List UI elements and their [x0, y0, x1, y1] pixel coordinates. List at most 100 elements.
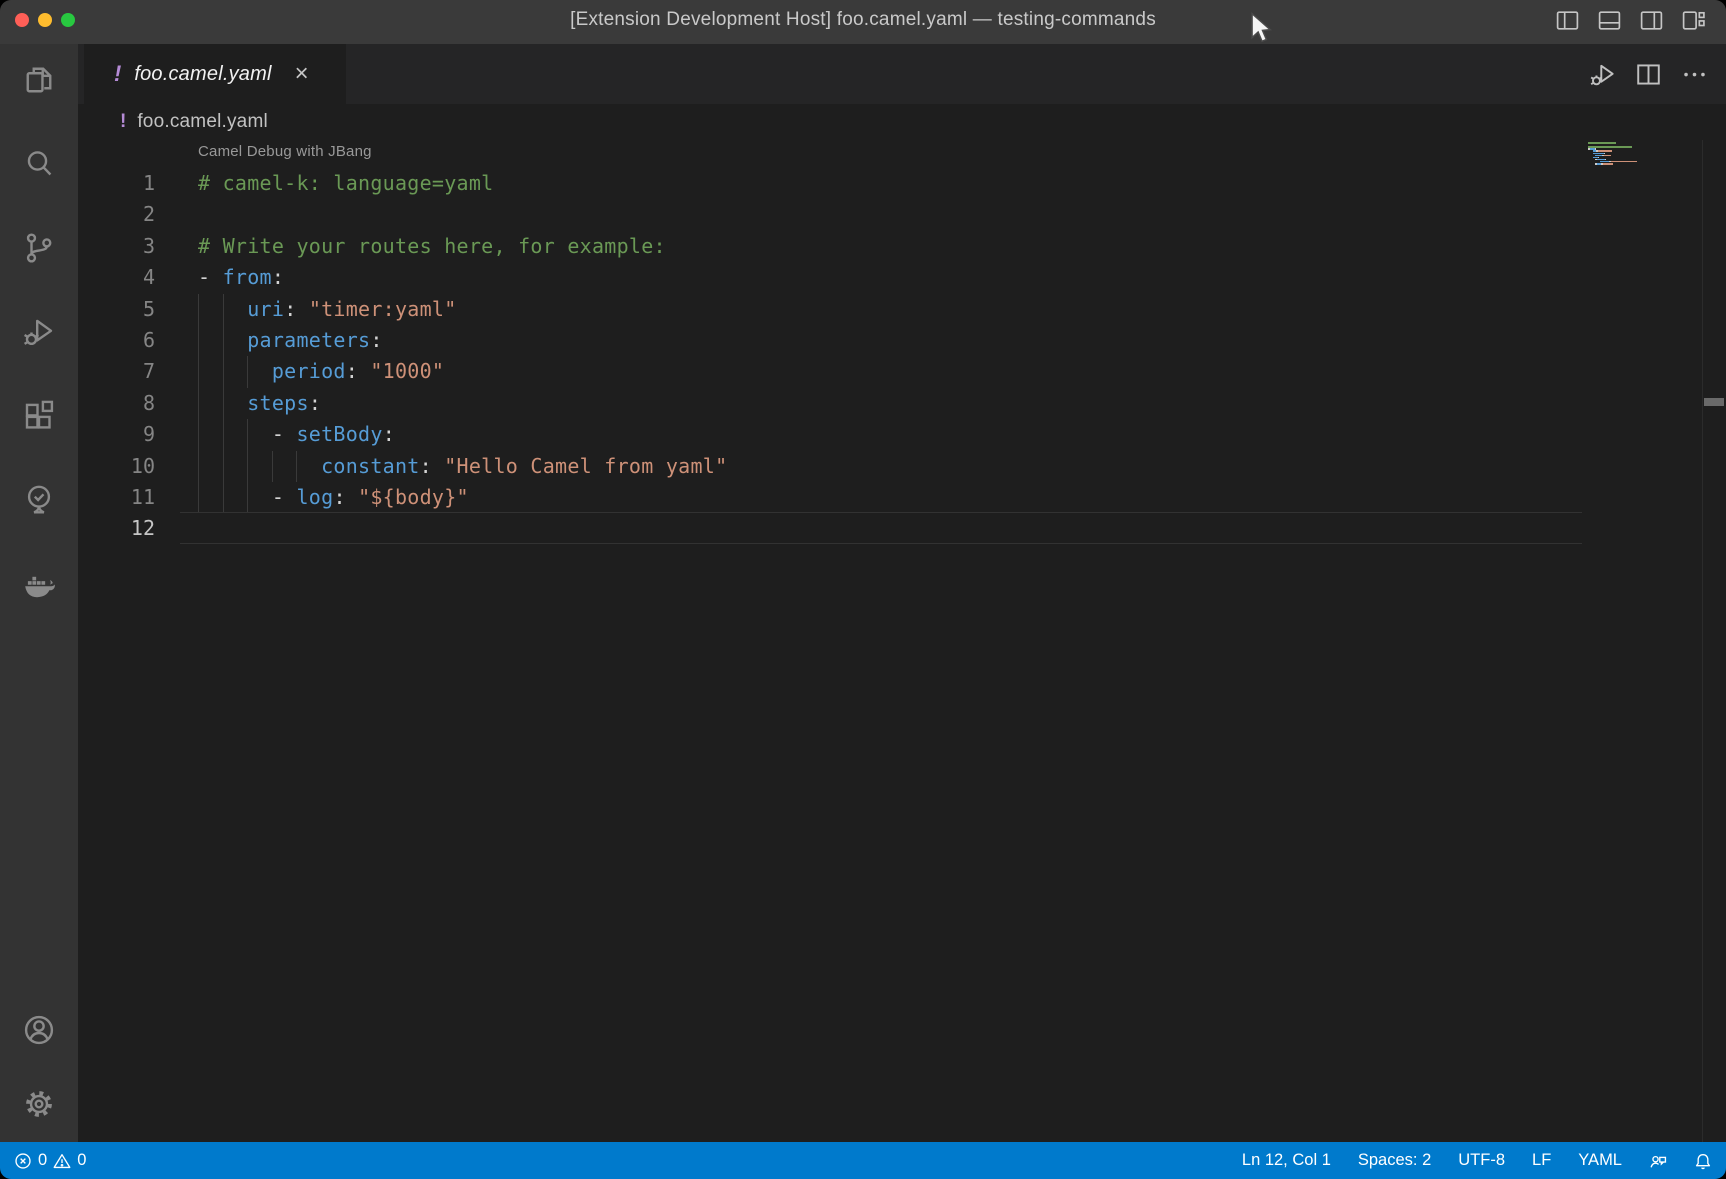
token-punct: -	[272, 422, 297, 446]
line-number-3[interactable]: 3	[78, 231, 155, 262]
toggle-secondary-sidebar-button[interactable]	[1639, 8, 1664, 33]
code-line-6[interactable]: parameters:	[198, 325, 383, 356]
activity-bar-item-source-control[interactable]	[15, 226, 63, 270]
camel-file-icon: !	[114, 61, 121, 87]
run-or-debug-button[interactable]	[1588, 60, 1617, 89]
code-line-8[interactable]: steps:	[198, 388, 321, 419]
status-item-indentation[interactable]: Spaces: 2	[1358, 1151, 1431, 1170]
code-line-11[interactable]: - log: "${body}"	[198, 482, 469, 513]
toggle-panel-icon	[1597, 8, 1622, 33]
line-number-1[interactable]: 1	[78, 168, 155, 199]
activity-bar-item-search[interactable]	[15, 142, 63, 186]
activity-bar-item-docker[interactable]	[15, 562, 63, 606]
status-item-language-mode[interactable]: YAML	[1578, 1151, 1622, 1170]
status-item-label: YAML	[1578, 1151, 1622, 1170]
run-or-debug-icon	[1588, 60, 1617, 89]
codelens-camel-debug[interactable]: Camel Debug with JBang	[198, 143, 372, 160]
title-bar: [Extension Development Host] foo.camel.y…	[0, 0, 1726, 44]
token-ws	[198, 297, 247, 321]
line-number-7[interactable]: 7	[78, 356, 155, 387]
scrollbar-separator	[1702, 140, 1703, 1142]
docker-icon	[21, 566, 57, 602]
overview-ruler-cursor-marker[interactable]	[1704, 398, 1724, 406]
token-ws	[198, 328, 247, 352]
code-editor[interactable]: Camel Debug with JBang 1 # camel-k: langu…	[78, 140, 1726, 1142]
line-number-8[interactable]: 8	[78, 388, 155, 419]
code-line-4[interactable]: - from:	[198, 262, 284, 293]
tab-close-icon[interactable]: ×	[295, 62, 309, 86]
status-item-encoding[interactable]: UTF-8	[1458, 1151, 1505, 1170]
token-key: period	[272, 359, 346, 383]
extensions-icon	[21, 398, 57, 434]
activity-bar-item-extensions[interactable]	[15, 394, 63, 438]
minimap-line-segment	[1588, 142, 1616, 144]
token-punct: :	[383, 422, 395, 446]
minimap-line-segment	[1604, 155, 1611, 157]
status-bar-left: 00	[0, 1151, 86, 1170]
minimap[interactable]	[1588, 142, 1700, 172]
line-number-4[interactable]: 4	[78, 262, 155, 293]
activity-bar-item-settings[interactable]	[15, 1082, 63, 1126]
breadcrumb-filename: foo.camel.yaml	[137, 111, 268, 133]
feedback-icon	[1649, 1152, 1667, 1170]
code-line-10[interactable]: constant: "Hello Camel from yaml"	[198, 451, 727, 482]
settings-icon	[21, 1086, 57, 1122]
problems-status[interactable]: 00	[14, 1151, 86, 1170]
split-editor-button[interactable]	[1634, 60, 1663, 89]
explorer-icon	[21, 62, 57, 98]
activity-bar-item-testing[interactable]	[15, 478, 63, 522]
activity-bar-item-explorer[interactable]	[15, 58, 63, 102]
source-control-icon	[21, 230, 57, 266]
activity-bar-item-accounts[interactable]	[15, 1008, 63, 1052]
token-key: log	[297, 485, 334, 509]
status-item-eol[interactable]: LF	[1532, 1151, 1551, 1170]
status-item-notifications[interactable]	[1694, 1152, 1712, 1170]
token-punct: -	[272, 485, 297, 509]
code-line-5[interactable]: uri: "timer:yaml"	[198, 294, 457, 325]
status-item-cursor-position[interactable]: Ln 12, Col 1	[1242, 1151, 1331, 1170]
more-actions-button[interactable]	[1680, 60, 1709, 89]
line-number-11[interactable]: 11	[78, 482, 155, 513]
status-item-feedback[interactable]	[1649, 1152, 1667, 1170]
testing-icon	[21, 482, 57, 518]
toggle-panel-button[interactable]	[1597, 8, 1622, 33]
status-bar: 00 Ln 12, Col 1 Spaces: 2 UTF-8 LF YAML	[0, 1142, 1726, 1179]
line-number-12[interactable]: 12	[78, 513, 155, 544]
token-key: from	[223, 265, 272, 289]
tab-bar: ! foo.camel.yaml ×	[78, 44, 1726, 104]
search-icon	[21, 146, 57, 182]
bell-icon	[1694, 1152, 1712, 1170]
code-line-1[interactable]: # camel-k: language=yaml	[198, 168, 493, 199]
breadcrumb[interactable]: ! foo.camel.yaml	[78, 104, 1726, 140]
status-item-label: LF	[1532, 1151, 1551, 1170]
token-ws	[198, 359, 272, 383]
split-editor-icon	[1634, 60, 1663, 89]
code-line-7[interactable]: period: "1000"	[198, 356, 444, 387]
activity-bar-item-run-and-debug[interactable]	[15, 310, 63, 354]
code-line-3[interactable]: # Write your routes here, for example:	[198, 231, 666, 262]
error-icon	[14, 1152, 32, 1170]
token-key: uri	[247, 297, 284, 321]
line-number-10[interactable]: 10	[78, 451, 155, 482]
token-punct: :	[333, 485, 358, 509]
toggle-primary-sidebar-button[interactable]	[1555, 8, 1580, 33]
toggle-secondary-sidebar-icon	[1639, 8, 1664, 33]
editor-actions	[1588, 44, 1709, 104]
status-bar-right: Ln 12, Col 1 Spaces: 2 UTF-8 LF YAML	[1242, 1151, 1726, 1170]
vscode-window: [Extension Development Host] foo.camel.y…	[0, 0, 1726, 1179]
warning-icon	[53, 1152, 71, 1170]
activity-bar-top	[0, 58, 78, 606]
line-number-6[interactable]: 6	[78, 325, 155, 356]
line-number-2[interactable]: 2	[78, 199, 155, 230]
token-key: constant	[321, 454, 420, 478]
token-key: setBody	[297, 422, 383, 446]
token-string: "1000"	[370, 359, 444, 383]
line-number-5[interactable]: 5	[78, 294, 155, 325]
line-number-9[interactable]: 9	[78, 419, 155, 450]
token-ws	[198, 485, 272, 509]
code-line-9[interactable]: - setBody:	[198, 419, 395, 450]
status-item-label: UTF-8	[1458, 1151, 1505, 1170]
customize-layout-button[interactable]	[1681, 8, 1706, 33]
tab-foo-camel-yaml[interactable]: ! foo.camel.yaml ×	[84, 44, 346, 104]
token-ws	[198, 422, 272, 446]
